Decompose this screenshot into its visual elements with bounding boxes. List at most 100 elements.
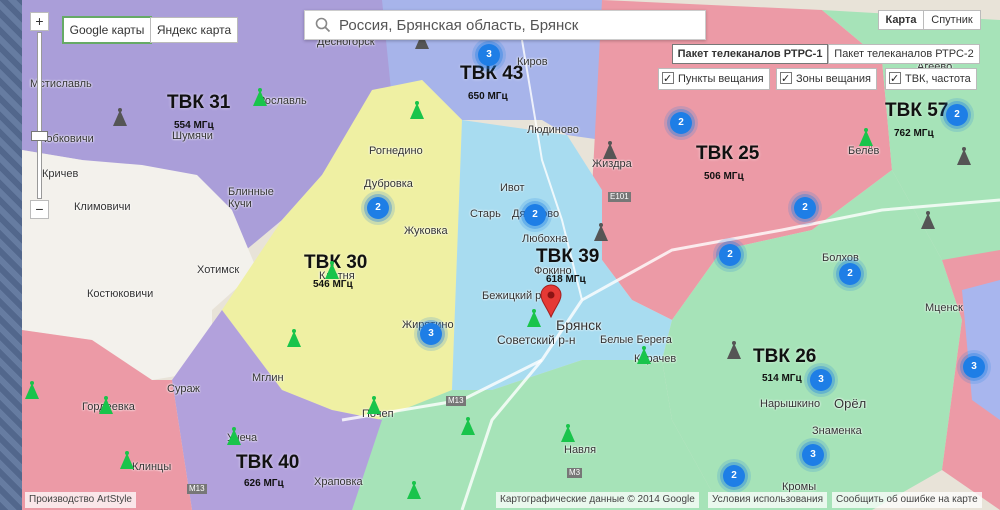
broadcast-tower-icon[interactable] — [285, 328, 303, 348]
checkbox-icon — [662, 69, 674, 89]
place-label: Храповка — [314, 476, 363, 488]
cluster-marker[interactable]: 2 — [723, 465, 745, 487]
broadcast-tower-icon[interactable] — [857, 127, 875, 147]
place-label: Мценск — [925, 302, 963, 314]
broadcast-tower-icon[interactable] — [408, 100, 426, 120]
yandex-maps-tab[interactable]: Яндекс карта — [150, 17, 238, 43]
zoom-in-button[interactable]: + — [30, 12, 49, 31]
place-label: Советский р-н — [497, 333, 576, 347]
place-label: Блинные Кучи — [228, 186, 274, 210]
package-rtrs2-tab[interactable]: Пакет телеканалов РТРС-2 — [828, 44, 980, 64]
place-label: Рогнедино — [369, 145, 423, 157]
place-label: Фокино — [534, 265, 572, 277]
broadcast-tower-icon[interactable] — [405, 480, 423, 500]
cluster-marker[interactable]: 2 — [946, 104, 968, 126]
cluster-marker[interactable]: 2 — [794, 197, 816, 219]
place-label: Сураж — [167, 383, 200, 395]
cluster-marker[interactable]: 3 — [810, 369, 832, 391]
road-shield: М13 — [187, 484, 207, 494]
map-type-map-button[interactable]: Карта — [878, 10, 924, 30]
broadcast-tower-icon[interactable] — [23, 380, 41, 400]
broadcast-tower-icon[interactable] — [225, 426, 243, 446]
layer-zones-checkbox[interactable]: Зоны вещания — [776, 68, 877, 90]
layer-zones-label: Зоны вещания — [796, 73, 871, 85]
place-label: Клинцы — [132, 461, 172, 473]
terms-link[interactable]: Условия использования — [708, 492, 827, 508]
cluster-marker[interactable]: 3 — [802, 444, 824, 466]
zone-freq-tvk25: 506 МГц — [704, 171, 744, 182]
search-input[interactable]: Россия, Брянская область, Брянск — [304, 10, 706, 40]
map-type-satellite-button[interactable]: Спутник — [923, 10, 981, 30]
place-label: Костюковичи — [87, 288, 154, 300]
cluster-marker[interactable]: 2 — [524, 204, 546, 226]
place-label: Жуковка — [404, 225, 448, 237]
cluster-marker[interactable]: 2 — [839, 263, 861, 285]
search-input-value: Россия, Брянская область, Брянск — [339, 17, 579, 34]
zone-freq-tvk57: 762 МГц — [894, 128, 934, 139]
place-label: Орёл — [834, 396, 867, 411]
zone-label-tvk40: ТВК 40 — [236, 452, 300, 473]
place-label: Дубровка — [364, 178, 413, 190]
place-label: Кричев — [42, 168, 79, 180]
road-shield: М3 — [567, 468, 583, 478]
place-label: Старь — [470, 208, 501, 220]
zone-label-tvk31: ТВК 31 — [167, 92, 231, 113]
place-label: Навля — [564, 444, 597, 456]
place-label: Хотимск — [197, 264, 240, 276]
place-label: Людиново — [527, 124, 579, 136]
broadcast-tower-icon[interactable] — [559, 423, 577, 443]
report-error-link[interactable]: Сообщить об ошибке на карте — [832, 492, 982, 508]
cluster-marker[interactable]: 2 — [367, 197, 389, 219]
place-label: Шумячи — [172, 130, 213, 142]
road-shield: М13 — [446, 396, 466, 406]
google-maps-tab[interactable]: Google карты — [62, 16, 152, 44]
broadcast-tower-icon[interactable] — [118, 450, 136, 470]
zone-freq-tvk43: 650 МГц — [468, 91, 508, 102]
broadcast-tower-icon[interactable] — [459, 416, 477, 436]
zone-freq-tvk26: 514 МГц — [762, 373, 802, 384]
broadcast-tower-inactive-icon[interactable] — [725, 340, 743, 360]
broadcast-tower-icon[interactable] — [365, 395, 383, 415]
road-shield: Е101 — [608, 192, 631, 202]
place-label: Киров — [517, 56, 548, 68]
layer-points-label: Пункты вещания — [678, 73, 764, 85]
broadcast-tower-inactive-icon[interactable] — [111, 107, 129, 127]
zone-label-tvk25: ТВК 25 — [696, 143, 760, 164]
zoom-slider-handle[interactable] — [31, 131, 48, 141]
place-label: Кобковичи — [40, 133, 94, 145]
cluster-marker[interactable]: 3 — [478, 44, 500, 66]
broadcast-tower-icon[interactable] — [635, 345, 653, 365]
zone-freq-tvk40: 626 МГц — [244, 478, 284, 489]
layer-points-checkbox[interactable]: Пункты вещания — [658, 68, 770, 90]
broadcast-tower-inactive-icon[interactable] — [592, 222, 610, 242]
place-label: Ивот — [500, 182, 525, 194]
google-maps-tab-label: Google карты — [69, 23, 145, 37]
broadcast-tower-inactive-icon[interactable] — [919, 210, 937, 230]
checkbox-icon — [780, 69, 792, 89]
location-pin-icon[interactable] — [540, 284, 562, 318]
broadcast-tower-icon[interactable] — [251, 87, 269, 107]
layer-tvk-checkbox[interactable]: ТВК, частота — [885, 68, 977, 90]
package-rtrs1-tab[interactable]: Пакет телеканалов РТРС-1 — [672, 44, 828, 64]
broadcast-tower-inactive-icon[interactable] — [601, 140, 619, 160]
cluster-marker[interactable]: 3 — [420, 323, 442, 345]
cluster-marker[interactable]: 3 — [963, 356, 985, 378]
credit-artstyle: Производство ArtStyle — [25, 492, 136, 508]
map-canvas[interactable]: ТВК 31 554 МГц ТВК 43 650 МГц ТВК 25 506… — [22, 0, 1000, 510]
zoom-slider-track[interactable] — [37, 32, 42, 199]
place-label: Любохна — [522, 233, 568, 245]
place-label: Болхов — [822, 252, 859, 264]
place-label: Нарышкино — [760, 398, 821, 410]
place-label: Брянск — [556, 317, 602, 333]
zoom-out-button[interactable]: − — [30, 200, 49, 219]
broadcast-tower-icon[interactable] — [323, 260, 341, 280]
cluster-marker[interactable]: 2 — [670, 112, 692, 134]
broadcast-tower-inactive-icon[interactable] — [955, 146, 973, 166]
checkbox-icon — [889, 69, 901, 89]
place-label: Мглин — [252, 372, 284, 384]
cluster-marker[interactable]: 2 — [719, 244, 741, 266]
layer-tvk-label: ТВК, частота — [905, 73, 971, 85]
zone-label-tvk26: ТВК 26 — [753, 346, 817, 367]
place-label: Знаменка — [812, 425, 862, 437]
broadcast-tower-icon[interactable] — [97, 395, 115, 415]
